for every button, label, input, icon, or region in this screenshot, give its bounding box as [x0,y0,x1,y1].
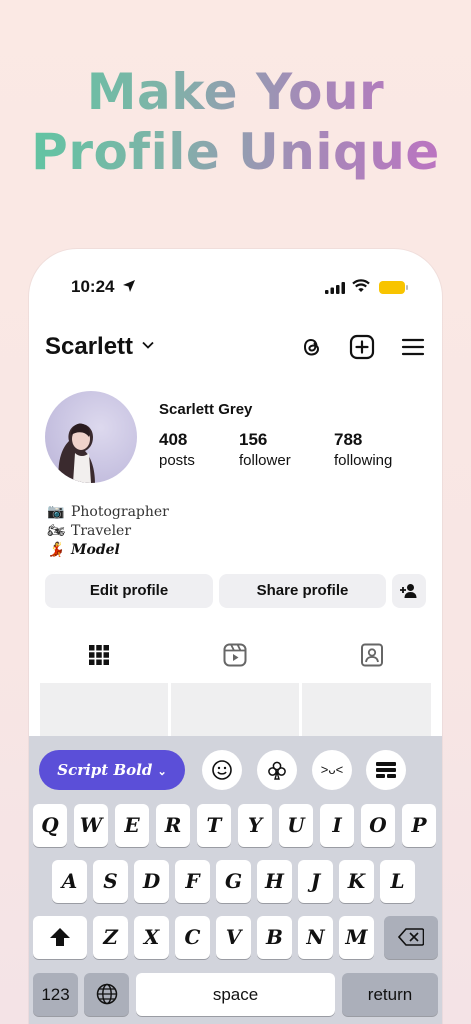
key-s[interactable]: S [93,860,128,903]
key-f[interactable]: F [175,860,210,903]
threads-icon[interactable] [299,334,325,360]
shift-arrow-icon [50,928,70,946]
key-h[interactable]: H [257,860,292,903]
key-y[interactable]: Y [238,804,272,847]
space-key[interactable]: space [136,973,335,1016]
motorcycle-emoji-icon: 🏍 [47,523,65,539]
key-g[interactable]: G [216,860,251,903]
keyboard-layout-icon [376,762,396,778]
stat-posts-label: posts [159,452,195,469]
wifi-icon [352,279,370,292]
key-c[interactable]: C [175,916,210,959]
add-person-icon [400,584,417,598]
signal-icon [325,282,345,294]
stat-followers[interactable]: 156 follower [239,430,291,469]
edit-profile-button[interactable]: Edit profile [45,574,213,608]
bio-line: 🏍 Traveler [47,523,131,539]
font-style-label: Script Bold [57,761,153,779]
layout-button[interactable] [366,750,406,790]
bio-text: Traveler [71,523,132,539]
phone-frame: 10:24 Scarlett Scarlett Grey 408 posts 1… [29,249,442,1024]
font-style-selector[interactable]: Script Bold ⌄ [39,750,185,790]
shift-key[interactable] [33,916,87,959]
stat-posts[interactable]: 408 posts [159,430,195,469]
share-profile-button[interactable]: Share profile [219,574,386,608]
camera-emoji-icon: 📷 [47,504,65,520]
emoji-button[interactable] [202,750,242,790]
smiley-icon [212,760,232,780]
bio-text: Model [71,542,120,558]
stat-followers-label: follower [239,452,291,469]
display-name: Scarlett Grey [159,401,253,418]
key-m[interactable]: M [339,916,374,959]
key-d[interactable]: D [134,860,169,903]
stat-following-label: following [334,452,393,469]
key-p[interactable]: P [402,804,436,847]
key-o[interactable]: O [361,804,395,847]
location-arrow-icon [123,280,135,292]
club-icon [268,761,286,780]
key-b[interactable]: B [257,916,292,959]
grid-tab-icon[interactable] [86,642,112,668]
post-thumbnail[interactable] [302,683,431,743]
key-j[interactable]: J [298,860,333,903]
headline-line-1: Make Your [86,63,385,121]
font-keyboard: Script Bold ⌄ >ᴗ< Q W E R T Y U I O P A … [29,736,442,1024]
stat-following[interactable]: 788 following [334,430,392,469]
key-u[interactable]: U [279,804,313,847]
kaomoji-button[interactable]: >ᴗ< [312,750,352,790]
backspace-icon [397,928,425,946]
bio-text: Photographer [71,504,169,520]
reels-tab-icon[interactable] [222,642,248,668]
key-v[interactable]: V [216,916,251,959]
chevron-down-icon[interactable] [142,341,154,349]
dancer-emoji-icon: 💃 [47,542,65,558]
content-tabs [29,642,442,672]
stat-posts-count: 408 [159,430,188,449]
chevron-down-icon: ⌄ [157,765,167,778]
stat-following-count: 788 [334,430,363,449]
avatar[interactable] [45,391,137,483]
headline: Make Your Profile Unique [0,62,471,182]
tagged-tab-icon[interactable] [359,642,385,668]
key-w[interactable]: W [74,804,108,847]
post-thumbnail[interactable] [171,683,299,743]
key-k[interactable]: K [339,860,374,903]
backspace-key[interactable] [384,916,438,959]
key-i[interactable]: I [320,804,354,847]
key-x[interactable]: X [134,916,169,959]
headline-line-2: Profile Unique [31,123,440,181]
key-l[interactable]: L [380,860,415,903]
stat-followers-count: 156 [239,430,268,449]
bio-line: 📷 Photographer [47,504,169,520]
username-switcher[interactable]: Scarlett [45,333,133,361]
symbols-button[interactable] [257,750,297,790]
language-key[interactable] [84,973,129,1016]
discover-people-button[interactable] [392,574,426,608]
key-t[interactable]: T [197,804,231,847]
bio-line: 💃 Model [47,542,120,558]
key-n[interactable]: N [298,916,333,959]
post-thumbnail[interactable] [40,683,168,743]
key-e[interactable]: E [115,804,149,847]
status-time: 10:24 [71,277,115,296]
globe-icon [96,983,117,1005]
avatar-portrait [58,423,95,483]
profile-header: Scarlett [29,331,442,365]
key-q[interactable]: Q [33,804,67,847]
key-r[interactable]: R [156,804,190,847]
menu-icon[interactable] [400,334,426,360]
return-key[interactable]: return [342,973,438,1016]
key-z[interactable]: Z [93,916,128,959]
create-post-icon[interactable] [349,334,375,360]
numbers-key[interactable]: 123 [33,973,78,1016]
key-a[interactable]: A [52,860,87,903]
status-bar: 10:24 [29,277,442,301]
battery-icon [379,281,408,294]
